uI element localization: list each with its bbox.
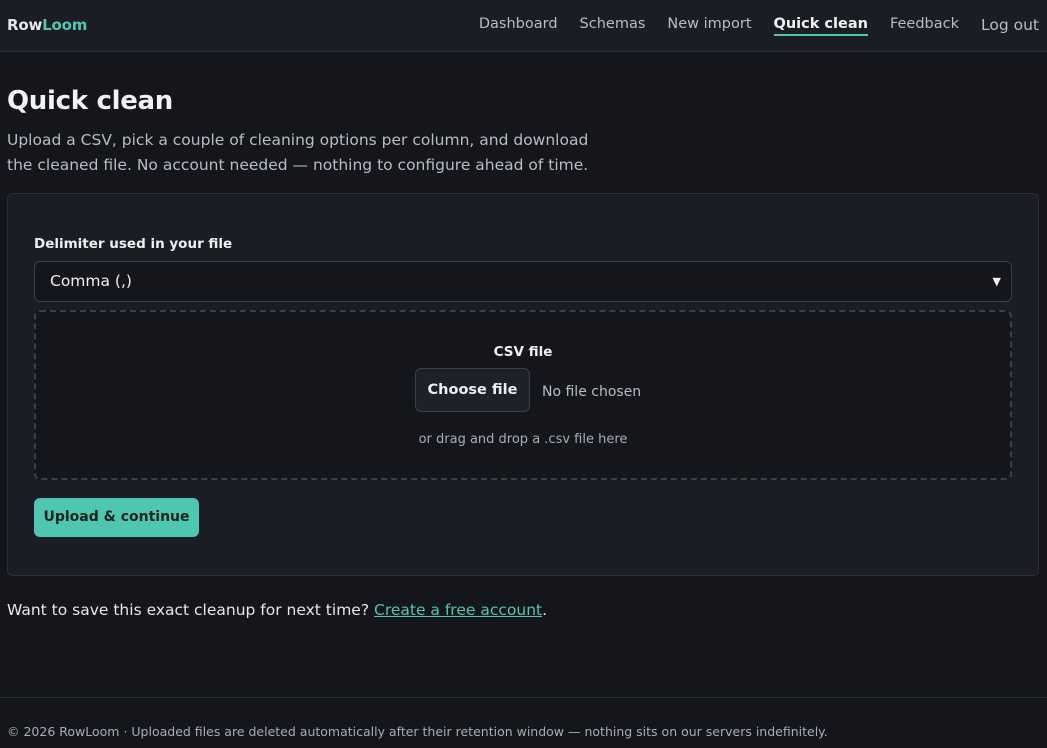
nav-new-import[interactable]: New import [667,16,751,36]
file-status-text: No file chosen [542,384,642,400]
nav-schemas[interactable]: Schemas [580,16,646,36]
delimiter-selected-value: Comma (,) [50,272,132,290]
footer-divider [0,697,1047,698]
top-navbar: RowLoom Dashboard Schemas New import Qui… [0,0,1047,52]
drop-hint: or drag and drop a .csv file here [418,432,628,447]
brand-part-2: Loom [42,16,88,34]
save-cleanup-note: Want to save this exact cleanup for next… [7,601,547,619]
csv-file-label: CSV file [493,344,553,360]
brand-part-1: Row [7,16,43,34]
delimiter-label: Delimiter used in your file [34,236,233,252]
nav-dashboard[interactable]: Dashboard [479,16,558,36]
file-dropzone[interactable]: CSV file Choose file No file chosen or d… [34,310,1012,480]
choose-file-button[interactable]: Choose file [415,368,530,412]
nav-quick-clean[interactable]: Quick clean [773,16,868,36]
brand-logo[interactable]: RowLoom [7,16,87,34]
upload-continue-button[interactable]: Upload & continue [34,498,199,537]
save-note-suffix: . [542,601,548,619]
upload-card: Delimiter used in your file Comma (,) ▼ … [7,193,1039,576]
chevron-down-icon: ▼ [992,275,1001,288]
footer-text: © 2026 RowLoom · Uploaded files are dele… [7,724,828,739]
create-account-link[interactable]: Create a free account [374,601,542,619]
delimiter-select[interactable]: Comma (,) ▼ [34,261,1012,302]
page-title: Quick clean [7,86,173,116]
nav-log-out[interactable]: Log out [981,16,1039,36]
save-note-text: Want to save this exact cleanup for next… [7,601,370,619]
page-intro: Upload a CSV, pick a couple of cleaning … [7,131,589,174]
nav-feedback[interactable]: Feedback [890,16,959,36]
main-nav: Dashboard Schemas New import Quick clean… [457,16,1039,36]
